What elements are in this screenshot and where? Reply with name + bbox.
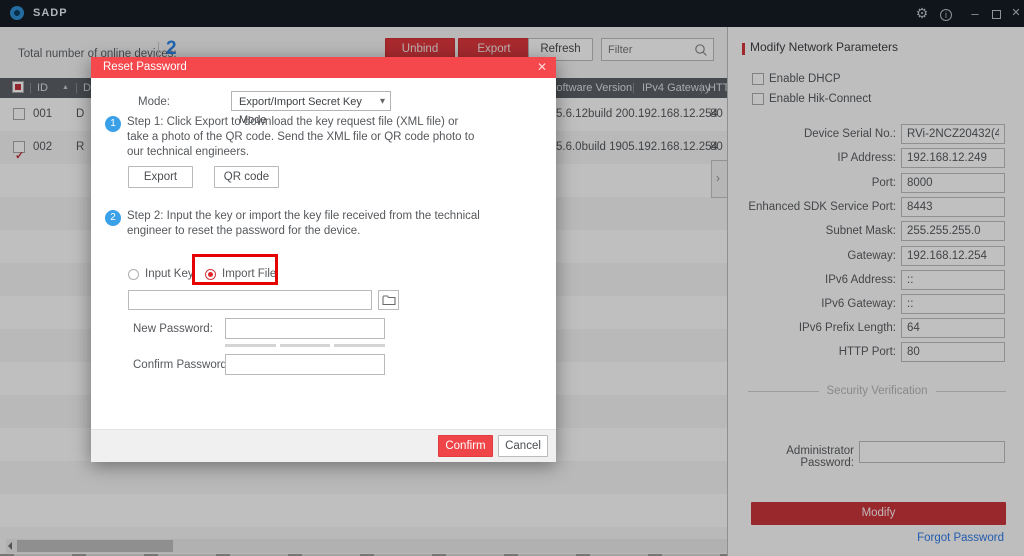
- red-annotation-box: [192, 254, 278, 285]
- confirm-password-input[interactable]: [225, 354, 385, 375]
- input-key-label: Input Key: [145, 268, 194, 280]
- step1-instructions: Step 1: Click Export to download the key…: [127, 115, 474, 160]
- step1-badge: 1: [105, 116, 121, 132]
- export-key-button[interactable]: Export: [128, 166, 193, 188]
- step2-badge: 2: [105, 210, 121, 226]
- qr-code-button[interactable]: QR code: [214, 166, 279, 188]
- step2-instructions: Step 2: Input the key or import the key …: [127, 209, 480, 239]
- cancel-button[interactable]: Cancel: [498, 435, 548, 457]
- reset-password-dialog: Reset Password ✕ Mode: Export/Import Sec…: [91, 57, 556, 462]
- new-password-label: New Password:: [133, 323, 213, 335]
- dialog-footer: Confirm Cancel: [91, 429, 556, 462]
- new-password-input[interactable]: [225, 318, 385, 339]
- mode-label: Mode:: [138, 96, 170, 108]
- dialog-title: Reset Password: [103, 61, 187, 73]
- mode-dropdown[interactable]: Export/Import Secret Key Mode ▾: [231, 91, 391, 111]
- chevron-down-icon: ▾: [380, 93, 385, 111]
- sadp-window: SADP ⚙ i – ✕ Total number of online devi…: [0, 0, 1024, 556]
- password-strength-meter: [225, 344, 385, 347]
- confirm-password-label: Confirm Password:: [133, 359, 230, 371]
- key-file-path-input[interactable]: [128, 290, 372, 310]
- input-key-radio[interactable]: [128, 269, 139, 280]
- dialog-header: Reset Password ✕: [91, 57, 556, 78]
- confirm-button[interactable]: Confirm: [438, 435, 493, 457]
- browse-folder-button[interactable]: [378, 290, 399, 310]
- dialog-close-icon[interactable]: ✕: [537, 60, 547, 74]
